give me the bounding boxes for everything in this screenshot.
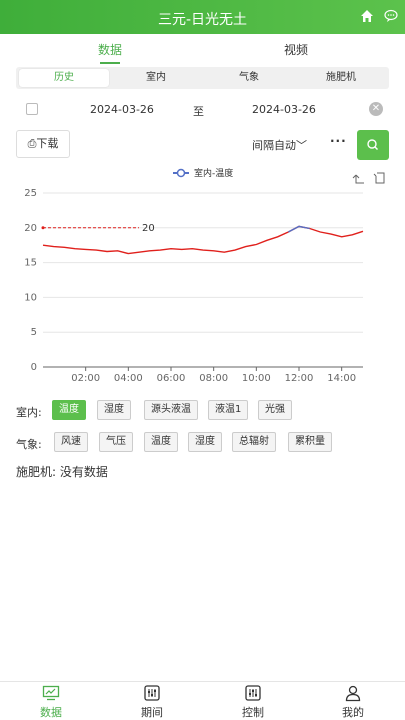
restore-icon[interactable] [373, 172, 385, 184]
nav-data-label: 数据 [40, 706, 62, 719]
temperature-chart: 室内-温度 0 5 10 15 20 25 02:00 04:00 06:00 08:00 10:0… [24, 167, 385, 382]
x-tick-label: 12:00 [285, 373, 314, 382]
chat-icon[interactable] [384, 9, 398, 23]
download-label: 下载 [36, 137, 59, 150]
x-tick-label: 14:00 [327, 373, 356, 382]
fertilizer-status: 施肥机: 没有数据 [16, 465, 108, 479]
download-button[interactable]: ⎙下载 [16, 130, 70, 158]
chevron-down-icon: ﹀ [296, 139, 307, 152]
x-tick-label: 10:00 [242, 373, 271, 382]
nav-data[interactable]: 数据 [21, 684, 81, 720]
sliders-icon [144, 685, 160, 701]
y-tick-label: 25 [24, 188, 37, 199]
tag-indoor-humidity[interactable]: 湿度 [97, 400, 131, 420]
start-date[interactable]: 2024-03-26 [90, 103, 154, 116]
interval-select[interactable]: 间隔自动﹀ [252, 137, 307, 153]
x-tick-label: 04:00 [114, 373, 143, 382]
user-icon [345, 685, 361, 702]
date-separator: 至 [193, 105, 204, 118]
page-title: 三元-日光无土 [157, 12, 248, 28]
search-icon [367, 139, 378, 150]
tab-data[interactable]: 数据 [80, 41, 140, 64]
mark-line-label: 20 [142, 223, 155, 234]
subtab-weather[interactable]: 气象 [204, 69, 294, 87]
subtab-indoor[interactable]: 室内 [111, 69, 201, 87]
x-tick-label: 02:00 [71, 373, 100, 382]
zoom-icon[interactable] [352, 174, 364, 184]
chart-legend[interactable]: 室内-温度 [173, 167, 233, 179]
tag-indoor-temp[interactable]: 温度 [52, 400, 86, 420]
nav-profile-label: 我的 [342, 706, 364, 719]
subtab-history[interactable]: 历史 [19, 69, 109, 87]
nav-control-label: 控制 [242, 706, 264, 719]
tag-accumulated[interactable]: 累积量 [288, 432, 332, 452]
y-tick-label: 5 [31, 327, 37, 338]
nav-period[interactable]: 期间 [122, 684, 182, 720]
nav-profile[interactable]: 我的 [323, 684, 383, 720]
tag-source-liquid-temp[interactable]: 源头液温 [144, 400, 198, 420]
y-tick-label: 0 [31, 362, 37, 373]
more-button[interactable]: ··· [330, 134, 347, 148]
tag-weather-humidity[interactable]: 湿度 [188, 432, 222, 452]
app-header: 三元-日光无土 [0, 0, 405, 34]
x-tick-label: 08:00 [199, 373, 228, 382]
y-tick-label: 20 [24, 223, 37, 234]
control-icon [245, 685, 261, 701]
series-line[interactable] [42, 225, 364, 255]
indoor-label: 室内: [16, 406, 42, 419]
calendar-icon[interactable] [26, 103, 38, 115]
weather-tags: 气象: 风速 气压 温度 湿度 总辐射 累积量 [16, 432, 396, 454]
weather-label: 气象: [16, 438, 42, 451]
sub-tabs: 历史 室内 气象 施肥机 [16, 67, 389, 89]
end-date[interactable]: 2024-03-26 [252, 103, 316, 116]
tag-liquid-temp-1[interactable]: 液温1 [208, 400, 249, 420]
search-button[interactable] [357, 130, 389, 160]
indoor-tags: 室内: 温度 湿度 源头液温 液温1 光强 [16, 400, 396, 422]
nav-period-label: 期间 [141, 706, 163, 719]
tag-total-radiation[interactable]: 总辐射 [232, 432, 276, 452]
monitor-icon [42, 685, 60, 701]
toolbar: ⎙下载 间隔自动﹀ ··· [0, 130, 405, 160]
clear-icon[interactable]: ✕ [369, 102, 383, 116]
tab-video[interactable]: 视频 [266, 41, 326, 58]
y-tick-label: 15 [24, 258, 37, 269]
y-tick-label: 10 [24, 292, 37, 303]
tag-light[interactable]: 光强 [258, 400, 292, 420]
home-icon[interactable] [360, 9, 374, 23]
tag-wind-speed[interactable]: 风速 [54, 432, 88, 452]
x-tick-label: 06:00 [157, 373, 186, 382]
tag-pressure[interactable]: 气压 [99, 432, 133, 452]
nav-control[interactable]: 控制 [223, 684, 283, 720]
date-range: 2024-03-26 至 2024-03-26 ✕ [0, 99, 405, 121]
main-tabs: 数据 视频 [0, 38, 405, 64]
bottom-nav: 数据 期间 控制 我的 [0, 681, 405, 720]
legend-label: 室内-温度 [194, 167, 233, 179]
series-highlight [287, 225, 310, 233]
tag-weather-temp[interactable]: 温度 [144, 432, 178, 452]
interval-label: 间隔自动 [252, 139, 296, 152]
subtab-fertilizer[interactable]: 施肥机 [296, 69, 386, 87]
mark-line-start [41, 226, 45, 230]
